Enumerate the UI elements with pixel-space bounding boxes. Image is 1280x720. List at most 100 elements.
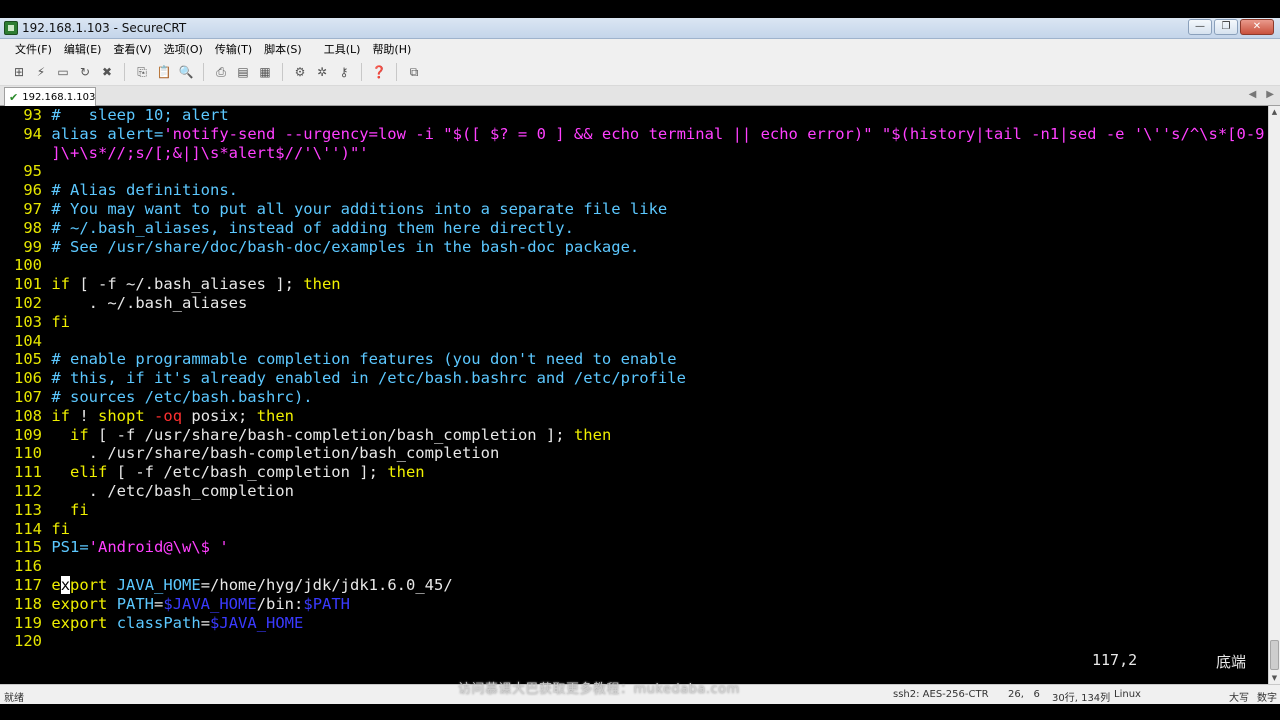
scroll-down-icon[interactable]: ▼ [1269, 672, 1280, 684]
disconnect-icon[interactable]: ✖ [98, 63, 116, 81]
securecrt-app-icon[interactable] [4, 21, 18, 35]
status-num: 数字 [1257, 693, 1277, 704]
vim-cursor-position: 117,2 [1092, 651, 1138, 669]
code-text: [ -f ~/.bash_aliases ]; [70, 275, 304, 294]
text-cursor: x [60, 575, 71, 594]
terminal-line: 115 PS1='Android@\w\$ ' [8, 538, 1268, 557]
menu-bar: 文件(F) 编辑(E) 查看(V) 选项(O) 传输(T) 脚本(S) 工具(L… [0, 39, 1280, 59]
menu-options[interactable]: 选项(O) [158, 41, 209, 57]
terminal-output[interactable]: 93 # sleep 10; alert 94 alias alert='noti… [0, 106, 1268, 684]
menu-tools[interactable]: 工具(L) [318, 41, 367, 57]
line-number: 111 [14, 463, 42, 482]
code-text: 'notify-send --urgency=low -i "$([ $? = … [163, 124, 1265, 143]
code-text: [ -f /etc/bash_completion ]; [107, 463, 388, 482]
sftp-icon[interactable]: ⧉ [405, 63, 423, 81]
print-screen-icon[interactable]: ▦ [256, 63, 274, 81]
status-caps: 大写 [1229, 693, 1249, 704]
terminal-line: 100 [8, 256, 1268, 275]
minimize-button[interactable]: — [1188, 19, 1212, 35]
line-number: 117 [14, 575, 42, 594]
print-setup-icon[interactable]: ▤ [234, 63, 252, 81]
menu-transfer[interactable]: 传输(T) [209, 41, 258, 57]
terminal-line: 99 # See /usr/share/doc/bash-doc/example… [8, 238, 1268, 257]
session-tab-strip: ✔ 192.168.1.103 ◀ ▶ [0, 86, 1280, 106]
session-tab[interactable]: ✔ 192.168.1.103 [4, 87, 96, 106]
terminal-line: 111 elif [ -f /etc/bash_completion ]; th… [8, 463, 1268, 482]
line-number: 120 [14, 632, 42, 651]
line-number: 95 [23, 162, 42, 181]
code-text: then [573, 425, 612, 444]
vim-scroll-position: 底端 [1216, 653, 1247, 671]
line-number: 93 [23, 106, 42, 124]
maximize-button[interactable]: ❐ [1214, 19, 1238, 35]
code-text: elif [70, 463, 108, 482]
menu-help[interactable]: 帮助(H) [366, 41, 417, 57]
line-number: 107 [14, 387, 42, 406]
terminal-line: 117 export JAVA_HOME=/home/hyg/jdk/jdk1.… [8, 575, 1268, 595]
menu-view[interactable]: 查看(V) [107, 41, 157, 57]
terminal-scrollbar[interactable]: ▲ ▼ [1268, 106, 1280, 684]
tab-scroll-right-icon[interactable]: ▶ [1266, 89, 1274, 100]
menu-script[interactable]: 脚本(S) [258, 41, 308, 57]
terminal-line: 104 [8, 332, 1268, 351]
code-text: . /usr/share/bash-completion/bash_comple… [51, 444, 500, 463]
line-number: 109 [14, 425, 42, 444]
line-number: 113 [14, 500, 42, 519]
keymap-icon[interactable]: ⚷ [335, 63, 353, 81]
connect-icon[interactable]: ⊞ [10, 63, 28, 81]
print-icon[interactable]: ⎙ [212, 63, 230, 81]
connect-tab-icon[interactable]: ▭ [54, 63, 72, 81]
code-text: # this, if it's already enabled in /etc/… [51, 369, 686, 388]
code-text: . /etc/bash_completion [51, 481, 294, 500]
code-text: = [200, 613, 211, 632]
code-text: export [51, 613, 108, 632]
line-number: 110 [14, 444, 42, 463]
code-text: [ -f /usr/share/bash-completion/bash_com… [88, 425, 574, 444]
code-text: = [154, 594, 164, 613]
line-number: 98 [23, 218, 42, 237]
code-text: # sleep 10; alert [51, 106, 229, 124]
status-os: Linux [1114, 689, 1141, 700]
code-text: # You may want to put all your additions… [51, 199, 668, 218]
menu-edit[interactable]: 编辑(E) [58, 41, 108, 57]
line-number: 94 [23, 124, 42, 143]
terminal-line: 105 # enable programmable completion fea… [8, 350, 1268, 369]
code-text: classPath [116, 613, 201, 632]
terminal-line: 97 # You may want to put all your additi… [8, 200, 1268, 219]
code-text: e [51, 575, 61, 594]
scrollbar-thumb[interactable] [1270, 640, 1279, 670]
session-options-icon[interactable]: ⚙ [291, 63, 309, 81]
status-size: 30行, 134列 [1052, 693, 1111, 704]
code-text: export [51, 594, 108, 613]
status-cursor: 26, 6 [1008, 689, 1040, 700]
code-text: posix; [182, 406, 257, 425]
terminal-line: 96 # Alias definitions. [8, 181, 1268, 200]
code-text: -oq [154, 406, 183, 425]
status-cipher: ssh2: AES-256-CTR [893, 689, 989, 700]
toolbar-separator [203, 63, 204, 81]
title-bar: 192.168.1.103 - SecureCRT — ❐ ✕ [0, 18, 1280, 39]
quick-connect-icon[interactable]: ⚡ [32, 63, 50, 81]
window-controls: — ❐ ✕ [1188, 19, 1274, 35]
toolbar-separator [282, 63, 283, 81]
tab-scroll-left-icon[interactable]: ◀ [1249, 89, 1257, 100]
code-text: # sources /etc/bash.bashrc). [51, 387, 313, 406]
scroll-up-icon[interactable]: ▲ [1269, 106, 1280, 118]
code-text: # enable programmable completion feature… [51, 350, 677, 369]
paste-icon[interactable]: 📋 [155, 63, 173, 81]
line-number: 106 [14, 369, 42, 388]
line-number: 116 [14, 557, 42, 576]
reconnect-icon[interactable]: ↻ [76, 63, 94, 81]
copy-icon[interactable]: ⎘ [133, 63, 151, 81]
find-icon[interactable]: 🔍 [177, 63, 195, 81]
line-number: 104 [14, 331, 42, 350]
terminal-line: 94 alias alert='notify-send --urgency=lo… [8, 125, 1268, 144]
help-icon[interactable]: ❓ [370, 63, 388, 81]
terminal-line: 102 . ~/.bash_aliases [8, 294, 1268, 313]
menu-file[interactable]: 文件(F) [9, 41, 58, 57]
close-button[interactable]: ✕ [1240, 19, 1274, 35]
terminal-line: 119 export classPath=$JAVA_HOME [8, 614, 1268, 633]
global-options-icon[interactable]: ✲ [313, 63, 331, 81]
